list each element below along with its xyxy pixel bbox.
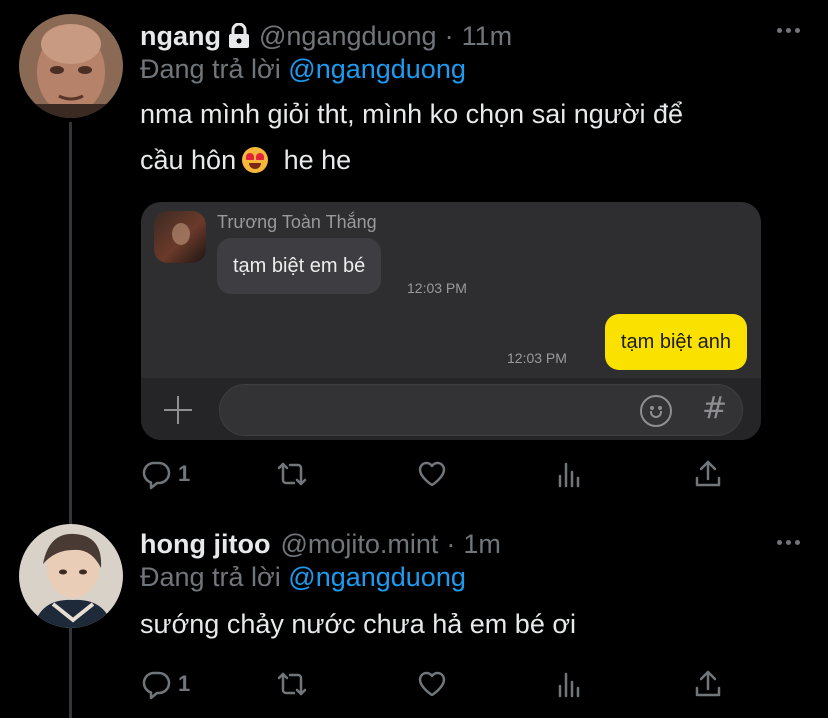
tweet-header: hong jitoo @mojito.mint · 1m (140, 528, 501, 560)
separator-dot: · (446, 528, 456, 559)
display-name[interactable]: ngang (140, 21, 221, 52)
chat-sender-name: Trương Toàn Thắng (217, 212, 377, 232)
views-icon (558, 672, 580, 698)
handle[interactable]: @mojito.mint (280, 529, 438, 560)
lock-icon (227, 23, 251, 49)
action-bar: 1 (140, 454, 740, 494)
tweet[interactable]: ngang @ngangduong · 11m Đang trả lời @ng… (0, 0, 828, 510)
action-bar: 1 (140, 664, 740, 704)
reply-to: Đang trả lời @ngangduong (140, 54, 466, 85)
tweet-text-part: cầu hôn (140, 145, 237, 175)
retweet-button[interactable] (276, 454, 308, 494)
share-icon (695, 670, 721, 697)
reply-label: Đang trả lời (140, 54, 281, 84)
display-name[interactable]: hong jitoo (140, 529, 270, 560)
outgoing-message-bubble: tạm biệt anh (604, 314, 747, 370)
reply-label: Đang trả lời (140, 562, 281, 592)
incoming-message-bubble: tạm biệt em bé (217, 238, 382, 294)
reply-icon (142, 461, 171, 490)
retweet-icon (277, 462, 307, 486)
retweet-button[interactable] (276, 664, 308, 704)
tweet[interactable]: hong jitoo @mojito.mint · 1m Đang trả lờ… (0, 510, 828, 718)
reply-to: Đang trả lời @ngangduong (140, 562, 466, 593)
tweet-text-part: he he (276, 145, 352, 175)
heart-eyes-emoji-icon (242, 147, 269, 173)
plus-icon (163, 395, 193, 425)
chat-avatar (154, 211, 206, 263)
tweet-text: sướng chảy nước chưa hả em bé ơi (140, 609, 577, 639)
reply-icon (142, 671, 171, 700)
retweet-icon (277, 672, 307, 696)
hash-icon: # (702, 391, 728, 426)
outgoing-message-time: 12:03 PM (507, 350, 567, 366)
tweet-text-line: cầu hôn he he (140, 137, 780, 183)
tweet-text: nma mình giỏi tht, mình ko chọn sai ngườ… (140, 91, 780, 183)
handle[interactable]: @ngangduong (259, 21, 437, 52)
like-icon (418, 461, 446, 487)
more-icon[interactable] (777, 28, 800, 33)
views-button[interactable] (554, 664, 586, 704)
timestamp[interactable]: 1m (463, 529, 501, 560)
more-icon[interactable] (777, 540, 800, 545)
incoming-message-time: 12:03 PM (407, 280, 467, 296)
views-button[interactable] (554, 454, 586, 494)
reply-count: 1 (178, 461, 191, 486)
share-button[interactable] (692, 664, 724, 704)
chat-composer: # (141, 378, 761, 440)
smiley-icon (640, 395, 672, 427)
views-icon (558, 462, 580, 488)
timestamp[interactable]: 11m (462, 21, 513, 52)
tweet-header: ngang @ngangduong · 11m (140, 20, 512, 52)
separator-dot: · (444, 20, 454, 51)
like-button[interactable] (416, 664, 448, 704)
like-icon (418, 671, 446, 697)
reply-count: 1 (178, 671, 191, 696)
tweet-text-line: nma mình giỏi tht, mình ko chọn sai ngườ… (140, 99, 684, 129)
share-icon (695, 460, 721, 487)
reply-handle-link[interactable]: @ngangduong (288, 54, 466, 84)
reply-button[interactable]: 1 (140, 454, 190, 494)
reply-handle-link[interactable]: @ngangduong (288, 562, 466, 592)
chat-input: # (219, 384, 743, 436)
share-button[interactable] (692, 454, 724, 494)
reply-button[interactable]: 1 (140, 664, 190, 704)
avatar[interactable] (19, 524, 123, 628)
avatar[interactable] (19, 14, 123, 118)
like-button[interactable] (416, 454, 448, 494)
chat-screenshot-image[interactable]: Trương Toàn Thắng tạm biệt em bé 12:03 P… (141, 202, 761, 440)
